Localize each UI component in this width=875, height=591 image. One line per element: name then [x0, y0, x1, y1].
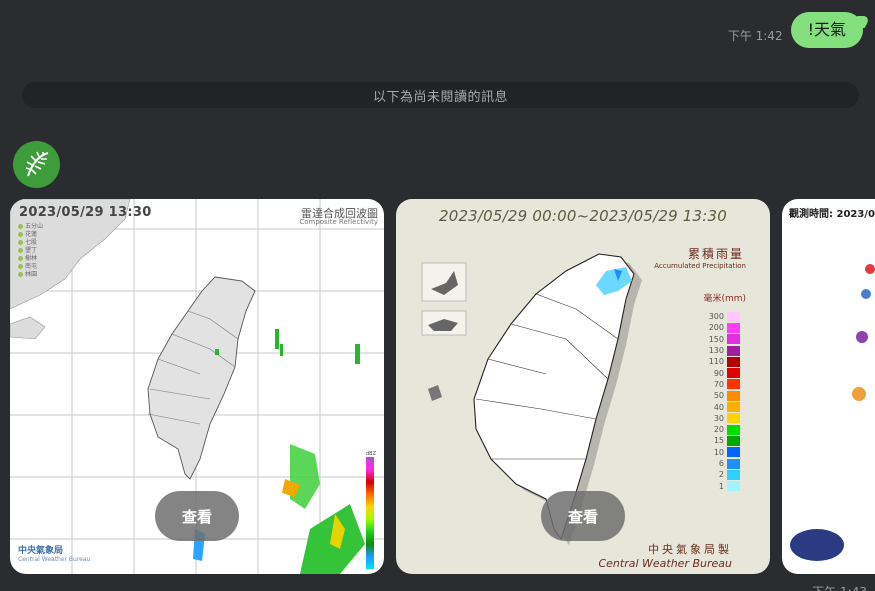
rainfall-scale-swatch	[727, 435, 740, 446]
rainfall-scale-swatch	[727, 356, 740, 367]
rainfall-scale-value: 50	[713, 391, 724, 401]
rainfall-scale-swatch	[727, 368, 740, 379]
rainfall-scale-value: 1	[718, 481, 724, 491]
station-item: 七股	[18, 239, 43, 247]
station-item: 樹林	[18, 255, 43, 263]
rainfall-scale-swatch	[727, 481, 740, 492]
rainfall-scale-swatch	[727, 413, 740, 424]
observation-image-card[interactable]: 觀測時間: 2023/0	[782, 199, 875, 574]
rainfall-scale-value: 150	[708, 334, 724, 344]
rainfall-subtitle: Accumulated Precipitation	[654, 262, 746, 270]
rainfall-scale-row: 15	[706, 435, 740, 446]
rainfall-scale-row: 150	[706, 334, 740, 345]
station-item: 南屯	[18, 263, 43, 271]
radar-bureau-logo: 中央氣象局	[18, 546, 64, 556]
rainfall-scale-value: 110	[708, 357, 724, 367]
radar-image-card[interactable]: 2023/05/29 13:30 雷達合成回波圖 Composite Refle…	[10, 199, 384, 574]
outgoing-message-row: 下午 1:42 !天氣	[728, 12, 863, 48]
rainfall-scale-row: 70	[706, 379, 740, 390]
radar-bureau-logo-en: Central Weather Bureau	[18, 556, 91, 563]
rainfall-scale-row: 300	[706, 311, 740, 322]
rainfall-scale-value: 70	[713, 379, 724, 389]
rainfall-scale-swatch	[727, 469, 740, 480]
rainfall-scale-swatch	[727, 345, 740, 356]
rainfall-scale-swatch	[727, 424, 740, 435]
rainfall-scale-row: 1	[706, 480, 740, 492]
incoming-message-time: 下午 1:43	[812, 583, 867, 591]
rainfall-scale-row: 2	[706, 469, 740, 480]
rainfall-scale-value: 130	[708, 346, 724, 356]
rainfall-scale-value: 10	[713, 447, 724, 457]
station-item: 林園	[18, 271, 43, 279]
station-item: 墾丁	[18, 247, 43, 255]
view-rainfall-button[interactable]: 查看	[541, 491, 625, 541]
rainfall-scale-row: 110	[706, 356, 740, 367]
rainfall-scale-value: 20	[713, 425, 724, 435]
radar-colorbar	[366, 457, 374, 569]
rainfall-scale-value: 15	[713, 436, 724, 446]
rainfall-title: 累積雨量	[687, 247, 744, 261]
rainfall-scale-row: 130	[706, 345, 740, 356]
rainfall-scale-row: 200	[706, 322, 740, 333]
rainfall-scale-value: 6	[718, 459, 724, 468]
rainfall-scale-swatch	[727, 390, 740, 401]
rainfall-scale-row: 40	[706, 401, 740, 413]
rainfall-time-range: 2023/05/29 00:00~2023/05/29 13:30	[438, 207, 728, 225]
rainfall-scale-row: 90	[706, 367, 740, 379]
rainfall-scale-row: 30	[706, 413, 740, 424]
rainfall-scale-row: 20	[706, 424, 740, 435]
rainfall-bureau-label: 中央氣象局製	[648, 543, 732, 556]
rainfall-scale-row: 10	[706, 447, 740, 458]
outgoing-message-time: 下午 1:42	[727, 29, 783, 43]
rainfall-scale-swatch	[727, 458, 740, 469]
rainfall-scale-swatch	[727, 447, 740, 458]
rainfall-scale-value: 30	[713, 413, 724, 423]
rainfall-scale-row: 6	[706, 458, 740, 469]
radar-timestamp: 2023/05/29 13:30	[19, 205, 152, 220]
station-item: 花蓮	[18, 231, 43, 239]
leaf-icon	[25, 151, 48, 176]
rainfall-bureau-label-en: Central Weather Bureau	[598, 557, 732, 570]
view-radar-button[interactable]: 查看	[155, 491, 239, 541]
rainfall-scale-value: 300	[708, 312, 724, 322]
observation-map	[852, 264, 875, 401]
rainfall-scale-value: 90	[713, 368, 724, 378]
unread-messages-divider: 以下為尚未閱讀的訊息	[22, 82, 859, 108]
radar-station-legend: 五分山 花蓮 七股 墾丁 樹林 南屯 林園	[18, 223, 43, 279]
rainfall-image-card[interactable]: 2023/05/29 00:00~2023/05/29 13:30 累積雨量 A…	[396, 199, 770, 574]
weather-image-carousel[interactable]: 2023/05/29 13:30 雷達合成回波圖 Composite Refle…	[10, 199, 875, 574]
rainfall-scale-swatch	[727, 311, 740, 322]
rainfall-scale-swatch	[727, 379, 740, 390]
radar-subtitle: Composite Reflectivity	[299, 218, 378, 226]
outgoing-message-bubble[interactable]: !天氣	[790, 12, 863, 48]
rainfall-scale-row: 50	[706, 390, 740, 401]
rainfall-scale: 300 200 150 130 110 90 70 50 40 30 20 15 10 6 2 1	[706, 311, 740, 492]
rainfall-scale-value: 200	[708, 323, 724, 333]
rainfall-scale-swatch	[727, 322, 740, 333]
rainfall-scale-swatch	[727, 402, 740, 413]
rainfall-scale-swatch	[727, 334, 740, 345]
rainfall-unit: 毫米(mm)	[703, 294, 746, 304]
rainfall-scale-value: 2	[718, 470, 724, 480]
station-item: 五分山	[18, 223, 43, 231]
bot-avatar[interactable]	[13, 141, 60, 188]
bureau-logo-icon	[790, 529, 844, 561]
rainfall-scale-value: 40	[713, 402, 724, 412]
